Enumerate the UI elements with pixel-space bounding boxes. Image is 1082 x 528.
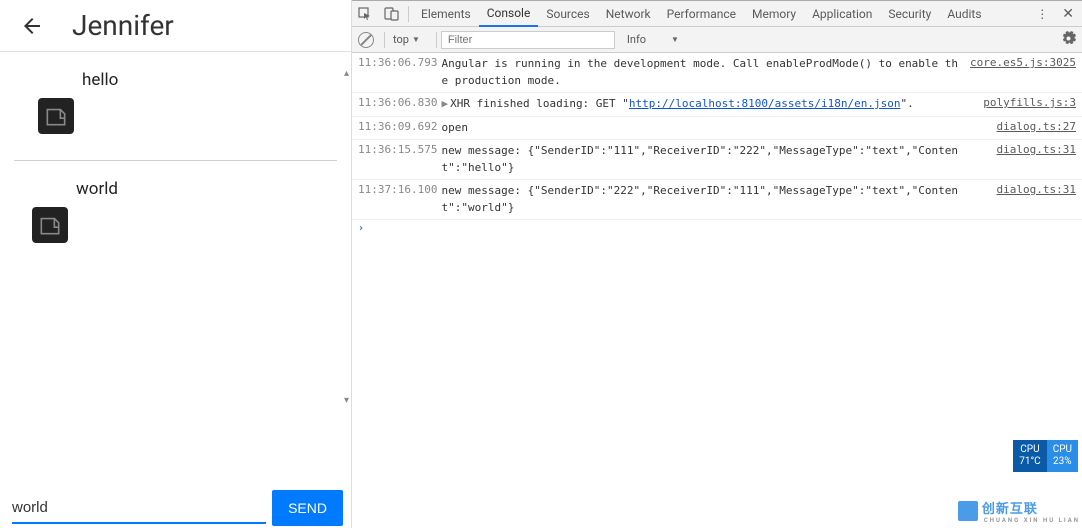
gear-icon[interactable] <box>1061 31 1076 49</box>
cpu-temp: CPU71°C <box>1013 440 1046 472</box>
url-link[interactable]: http://localhost:8100/assets/i18n/en.jso… <box>629 97 901 110</box>
log-source-link[interactable]: dialog.ts:27 <box>997 120 1076 133</box>
log-timestamp: 11:36:06.830 <box>358 96 437 109</box>
log-message: new message: {"SenderID":"111","Receiver… <box>441 143 988 176</box>
context-select[interactable]: top▼ <box>389 31 424 48</box>
inspect-icon[interactable] <box>355 4 375 24</box>
message-input[interactable] <box>12 493 266 524</box>
log-row: 11:36:06.793 Angular is running in the d… <box>352 53 1082 93</box>
log-source-link[interactable]: polyfills.js:3 <box>983 96 1076 109</box>
chat-title: Jennifer <box>72 9 174 42</box>
more-icon[interactable]: ⋮ <box>1030 7 1054 21</box>
send-button[interactable]: SEND <box>272 490 343 526</box>
chat-messages: hello world ▴ ▾ <box>0 52 351 486</box>
console-output: 11:36:06.793 Angular is running in the d… <box>352 53 1082 528</box>
console-prompt-icon[interactable]: › <box>352 220 1082 237</box>
cpu-usage: CPU23% <box>1047 440 1078 472</box>
tab-audits[interactable]: Audits <box>939 2 989 26</box>
message-text: world <box>76 179 323 199</box>
scroll-up-icon[interactable]: ▴ <box>344 68 349 79</box>
log-row: 11:36:09.692 open dialog.ts:27 <box>352 117 1082 141</box>
log-row: 11:36:15.575 new message: {"SenderID":"1… <box>352 140 1082 180</box>
scroll-down-icon[interactable]: ▾ <box>344 395 349 406</box>
tab-security[interactable]: Security <box>880 2 939 26</box>
expand-icon[interactable]: ▶ <box>441 97 448 110</box>
device-icon[interactable] <box>381 4 401 24</box>
log-message: open <box>441 120 988 137</box>
log-message: new message: {"SenderID":"222","Receiver… <box>441 183 988 216</box>
tab-network[interactable]: Network <box>598 2 659 26</box>
divider <box>436 32 437 48</box>
log-source-link[interactable]: dialog.ts:31 <box>997 183 1076 196</box>
log-timestamp: 11:36:06.793 <box>358 56 437 69</box>
filter-input[interactable] <box>441 31 615 49</box>
watermark-text: 创新互联 <box>982 498 1080 517</box>
log-source-link[interactable]: dialog.ts:31 <box>997 143 1076 156</box>
cpu-widget: CPU71°C CPU23% <box>1013 440 1078 472</box>
divider <box>384 32 385 48</box>
log-source-link[interactable]: core.es5.js:3025 <box>970 56 1076 69</box>
devtools-panel: Elements Console Sources Network Perform… <box>352 0 1082 528</box>
avatar <box>32 207 68 243</box>
log-timestamp: 11:36:09.692 <box>358 120 437 133</box>
tab-memory[interactable]: Memory <box>744 2 804 26</box>
devtools-tabs: Elements Console Sources Network Perform… <box>352 1 1082 27</box>
avatar <box>38 98 74 134</box>
chat-panel: Jennifer hello world ▴ ▾ SEND <box>0 0 352 528</box>
log-row: 11:36:06.830 ▶XHR finished loading: GET … <box>352 93 1082 117</box>
chat-header: Jennifer <box>0 0 351 52</box>
close-icon[interactable]: ✕ <box>1054 6 1082 22</box>
watermark: 创新互联 CHUANG XIN HU LIAN <box>958 498 1080 524</box>
log-message: Angular is running in the development mo… <box>441 56 962 89</box>
message-item: hello <box>14 52 337 161</box>
message-item: world <box>8 161 343 261</box>
watermark-icon <box>958 501 978 521</box>
tab-application[interactable]: Application <box>804 2 880 26</box>
divider <box>408 6 409 22</box>
log-timestamp: 11:37:16.100 <box>358 183 437 196</box>
console-toolbar: top▼ Info▼ <box>352 27 1082 53</box>
log-row: 11:37:16.100 new message: {"SenderID":"2… <box>352 180 1082 220</box>
level-select[interactable]: Info▼ <box>623 31 683 48</box>
tab-elements[interactable]: Elements <box>413 2 479 26</box>
log-message: ▶XHR finished loading: GET "http://local… <box>441 96 975 113</box>
tab-performance[interactable]: Performance <box>659 2 744 26</box>
clear-icon[interactable] <box>358 32 374 48</box>
watermark-sub: CHUANG XIN HU LIAN <box>984 517 1080 524</box>
message-text: hello <box>82 70 317 90</box>
back-icon[interactable] <box>20 14 44 38</box>
tab-console[interactable]: Console <box>479 1 539 27</box>
log-timestamp: 11:36:15.575 <box>358 143 437 156</box>
tab-sources[interactable]: Sources <box>538 2 597 26</box>
chat-input-bar: SEND <box>0 486 351 528</box>
